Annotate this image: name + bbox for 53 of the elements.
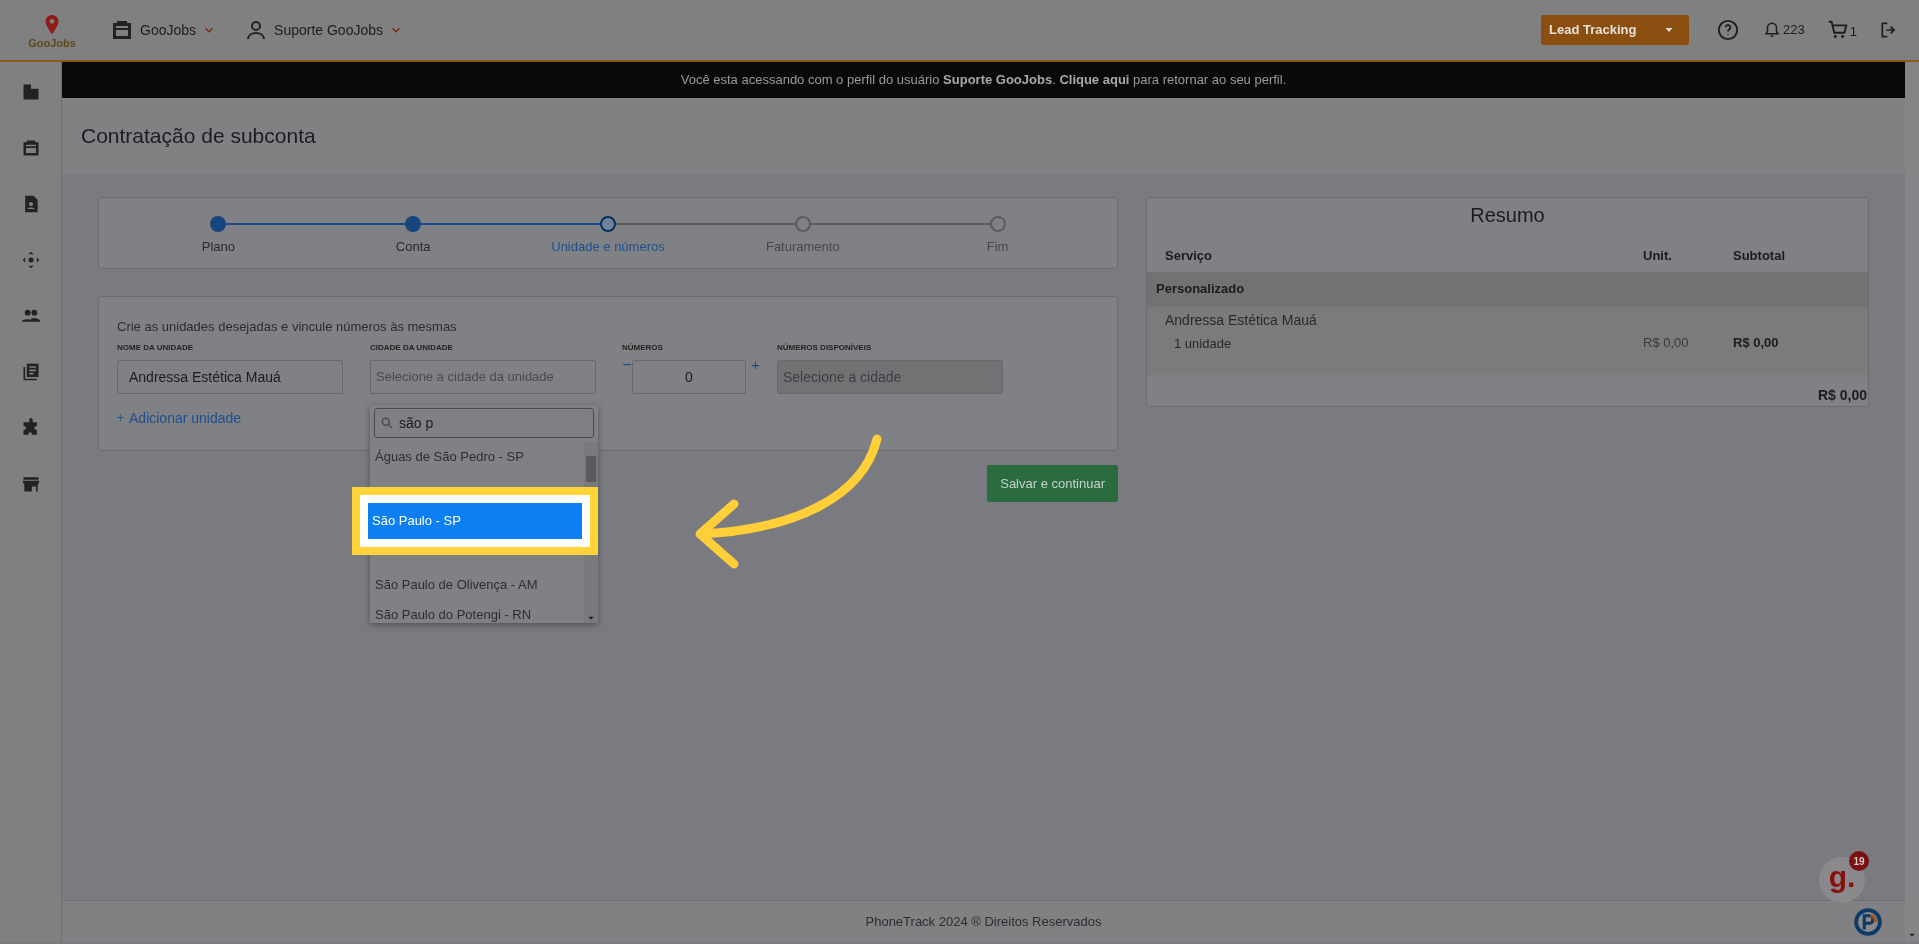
scroll-thumb[interactable] — [586, 456, 596, 482]
nav-menu[interactable]: GooJobs — [110, 18, 217, 42]
numbers-field[interactable]: 0 — [632, 359, 746, 394]
total-price: R$ 0,00 — [1817, 386, 1867, 405]
field-label: NÚMEROS — [622, 341, 664, 354]
help-icon[interactable] — [1717, 19, 1740, 41]
form-instructions: Crie as unidades desejadas e vincule números às mesmas — [117, 318, 458, 336]
return-link[interactable]: Clique aqui — [1059, 72, 1130, 88]
step-label: Conta — [395, 238, 431, 256]
impersonation-notice: Você esta acessando com o perfil do usuário Suporte GooJobs. Clique aqui para retornar ao seu perfil. — [680, 71, 1287, 90]
cart-button[interactable]: 1 — [1826, 19, 1857, 41]
service-quantity: 1 unidade — [1173, 334, 1233, 353]
search-icon — [380, 416, 394, 430]
field-label: CIDADE DA UNIDADE — [370, 341, 454, 354]
plus-button[interactable]: + — [751, 356, 760, 372]
briefcase-icon — [110, 18, 134, 42]
logo-text: GooJobs — [28, 37, 76, 49]
subtotal-price: R$ 0,00 — [1733, 333, 1780, 352]
footer-text: PhoneTrack 2024 ® Direitos Reservados — [865, 912, 1102, 931]
bell-icon — [1763, 21, 1782, 39]
step-label: Faturamento — [765, 238, 840, 256]
move-icon[interactable] — [20, 250, 41, 270]
city-search-field[interactable]: são p — [374, 408, 594, 438]
store-icon[interactable] — [20, 474, 41, 494]
page-scrollbar[interactable] — [1905, 62, 1919, 942]
city-option[interactable]: São Paulo de Olivença - AM — [370, 570, 584, 600]
save-continue-button[interactable]: Salvar e continuar — [987, 465, 1118, 502]
city-option[interactable]: Águas de São Pedro - SP — [370, 442, 584, 472]
service-name: Andressa Estética Mauá — [1165, 310, 1318, 330]
count-badge: 19 — [1849, 851, 1869, 871]
step-label: Fim — [986, 238, 1009, 256]
cart-icon — [1826, 19, 1849, 41]
app-logo-icon[interactable] — [1853, 907, 1883, 937]
add-unit-link[interactable]: + Adicionar unidade — [117, 407, 242, 429]
notifications-button[interactable]: 223 — [1763, 20, 1805, 40]
page-title: Contratação de subconta — [81, 123, 316, 150]
lead-tracking-button[interactable]: Lead Tracking — [1541, 15, 1690, 45]
minus-button[interactable]: − — [622, 356, 632, 373]
city-option[interactable]: São Paulo - SP — [368, 503, 582, 539]
nav-menu[interactable]: Suporte GooJobs — [244, 18, 403, 42]
step-label: Unidade e números — [551, 238, 665, 256]
summary-title: Resumo — [1470, 203, 1545, 228]
field-label: NOME DA UNIDADE — [117, 341, 195, 354]
unit-price: R$ 0,00 — [1643, 333, 1690, 352]
field-label: NÚMEROS DISPONÍVEIS — [777, 341, 873, 354]
step-label: Plano — [201, 238, 235, 256]
column-header: Unit. — [1643, 247, 1673, 265]
group-label: Personalizado — [1156, 280, 1245, 299]
column-header: Serviço — [1165, 247, 1213, 265]
city-option[interactable]: São Paulo do Potengi - RN — [370, 600, 584, 623]
logo[interactable]: GooJobs — [24, 11, 80, 49]
unit-name-field[interactable]: Andressa Estética Mauá — [117, 359, 343, 394]
column-header: Subtotal — [1733, 247, 1786, 265]
